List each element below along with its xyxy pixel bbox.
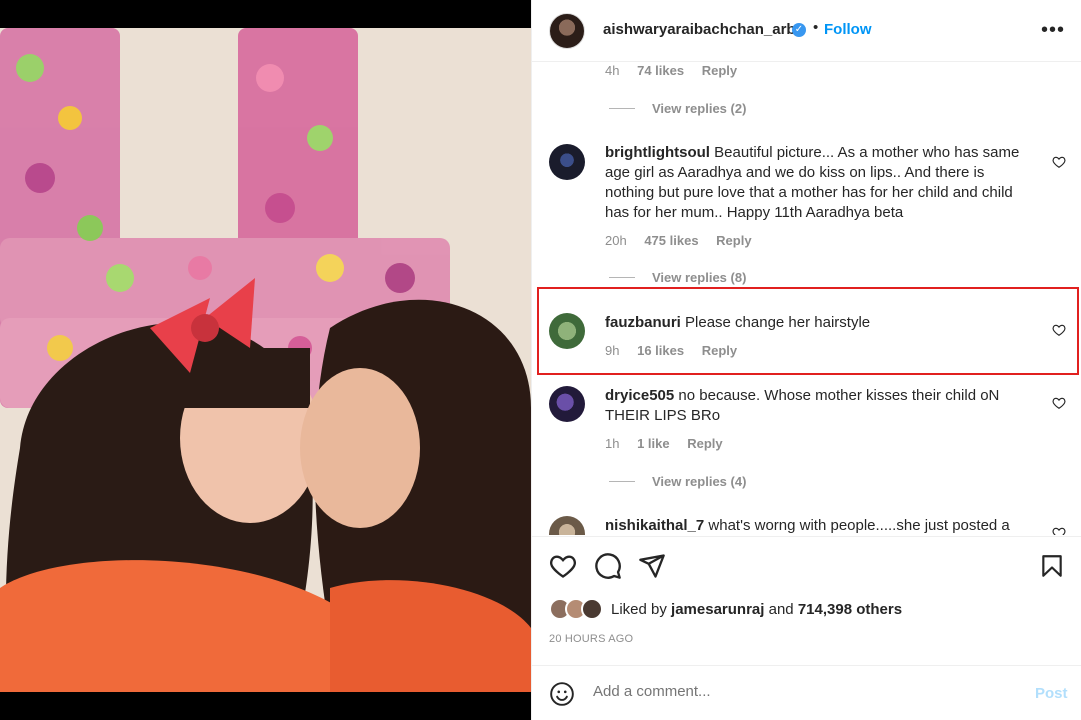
liked-by-prefix: Liked by bbox=[611, 600, 667, 618]
view-replies-button[interactable]: View replies (4) bbox=[609, 474, 746, 489]
commenter-avatar[interactable] bbox=[549, 386, 585, 422]
liked-by-text: Liked by jamesarunraj and 714,398 others bbox=[611, 601, 902, 618]
commenter-username[interactable]: nishikaithal_7 bbox=[605, 517, 704, 534]
post-comment-button[interactable]: Post bbox=[1035, 685, 1068, 702]
author-username[interactable]: aishwaryaraibachchan_arb bbox=[603, 21, 796, 38]
post-photo-panel bbox=[0, 0, 531, 720]
comment-text: dryice505 no because. Whose mother kisse… bbox=[605, 386, 1037, 426]
commenter-username[interactable]: dryice505 bbox=[605, 387, 674, 404]
comment-text: nishikaithal_7 what's worng with people.… bbox=[605, 516, 1037, 535]
save-bookmark-icon[interactable] bbox=[1039, 552, 1065, 580]
like-comment-heart-icon[interactable] bbox=[1052, 526, 1066, 535]
view-replies-button[interactable]: View replies (8) bbox=[609, 270, 746, 285]
like-heart-icon[interactable] bbox=[549, 552, 577, 580]
commenter-avatar[interactable] bbox=[549, 144, 585, 180]
view-replies-button[interactable]: View replies (2) bbox=[609, 101, 746, 116]
post-header: aishwaryaraibachchan_arb ✓ • Follow ••• bbox=[532, 0, 1081, 62]
replies-line bbox=[609, 277, 635, 278]
highlight-annotation-box bbox=[537, 287, 1079, 375]
commenter-avatar[interactable] bbox=[549, 516, 585, 535]
view-replies-label: View replies (4) bbox=[652, 474, 747, 489]
add-comment-bar: Post bbox=[532, 665, 1081, 720]
comment-meta: 20h 475 likes Reply bbox=[605, 233, 766, 248]
verified-badge-icon: ✓ bbox=[792, 23, 806, 37]
comment-likes[interactable]: 475 likes bbox=[644, 233, 698, 248]
comment-time: 20h bbox=[605, 233, 627, 248]
replies-line bbox=[609, 481, 635, 482]
comment-meta: 1h 1 like Reply bbox=[605, 436, 737, 451]
comment-body: what's worng with people.....she just po… bbox=[708, 517, 1010, 534]
post-timestamp[interactable]: 20 HOURS AGO bbox=[549, 633, 633, 645]
comment-likes[interactable]: 74 likes bbox=[637, 63, 684, 78]
emoji-smiley-icon[interactable] bbox=[549, 681, 575, 707]
view-replies-label: View replies (2) bbox=[652, 101, 747, 116]
more-options-icon[interactable]: ••• bbox=[1041, 20, 1065, 40]
reply-button[interactable]: Reply bbox=[702, 63, 737, 78]
view-replies-label: View replies (8) bbox=[652, 270, 747, 285]
like-comment-heart-icon[interactable] bbox=[1052, 155, 1066, 169]
liked-by-others[interactable]: 714,398 others bbox=[798, 601, 902, 618]
comment-meta: 4h 74 likes Reply bbox=[605, 63, 751, 78]
separator-dot: • bbox=[813, 19, 819, 36]
like-comment-heart-icon[interactable] bbox=[1052, 396, 1066, 410]
comment-time: 4h bbox=[605, 63, 620, 78]
comment-text: brightlightsoul Beautiful picture... As … bbox=[605, 143, 1037, 223]
follow-button[interactable]: Follow bbox=[824, 21, 872, 38]
liked-by-row: Liked by jamesarunraj and 714,398 others bbox=[549, 597, 902, 621]
liked-by-and: and bbox=[768, 600, 794, 618]
comment-bubble-icon[interactable] bbox=[594, 552, 622, 580]
photo-illustration bbox=[0, 28, 531, 692]
commenter-username[interactable]: brightlightsoul bbox=[605, 144, 710, 161]
reply-button[interactable]: Reply bbox=[716, 233, 751, 248]
post-actions: Liked by jamesarunraj and 714,398 others… bbox=[532, 536, 1081, 720]
reply-button[interactable]: Reply bbox=[687, 436, 722, 451]
liker-avatar bbox=[581, 598, 603, 620]
comment-time: 1h bbox=[605, 436, 620, 451]
comment-likes[interactable]: 1 like bbox=[637, 436, 670, 451]
liker-avatars[interactable] bbox=[549, 597, 611, 621]
liked-by-user[interactable]: jamesarunraj bbox=[671, 601, 764, 618]
author-avatar[interactable] bbox=[549, 13, 585, 49]
replies-line bbox=[609, 108, 635, 109]
share-paper-plane-icon[interactable] bbox=[638, 552, 666, 580]
post-photo[interactable] bbox=[0, 28, 531, 692]
comment-input[interactable] bbox=[593, 683, 993, 700]
